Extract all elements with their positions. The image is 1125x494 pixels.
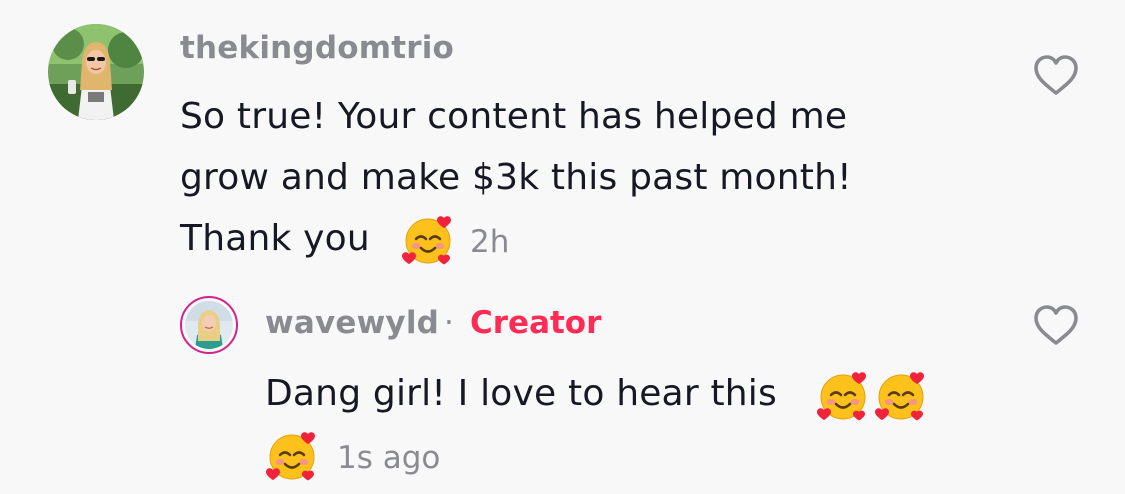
commenter-username[interactable]: thekingdomtrio [180, 30, 454, 66]
creator-avatar[interactable] [180, 296, 238, 354]
like-heart-icon[interactable] [1030, 300, 1082, 352]
comment-text-line: grow and make $3k this past month! [180, 157, 852, 198]
smiling-face-with-hearts-icon [264, 428, 320, 484]
smiling-face-with-hearts-icon [400, 212, 456, 268]
creator-username[interactable]: wavewyld [265, 305, 439, 341]
like-heart-icon[interactable] [1030, 50, 1082, 102]
smiling-face-with-hearts-icon [815, 368, 871, 424]
separator-dot: · [444, 305, 454, 341]
comment-text-line: So true! Your content has helped me [180, 96, 848, 137]
reply-text-line: Dang girl! I love to hear this [265, 373, 777, 414]
smiling-face-with-hearts-icon [873, 368, 929, 424]
reply-timestamp: 1s ago [337, 440, 441, 476]
comment-text-line: Thank you [180, 218, 370, 259]
commenter-avatar[interactable] [48, 24, 144, 120]
comment-timestamp: 2h [470, 224, 510, 260]
creator-badge: Creator [470, 305, 602, 341]
